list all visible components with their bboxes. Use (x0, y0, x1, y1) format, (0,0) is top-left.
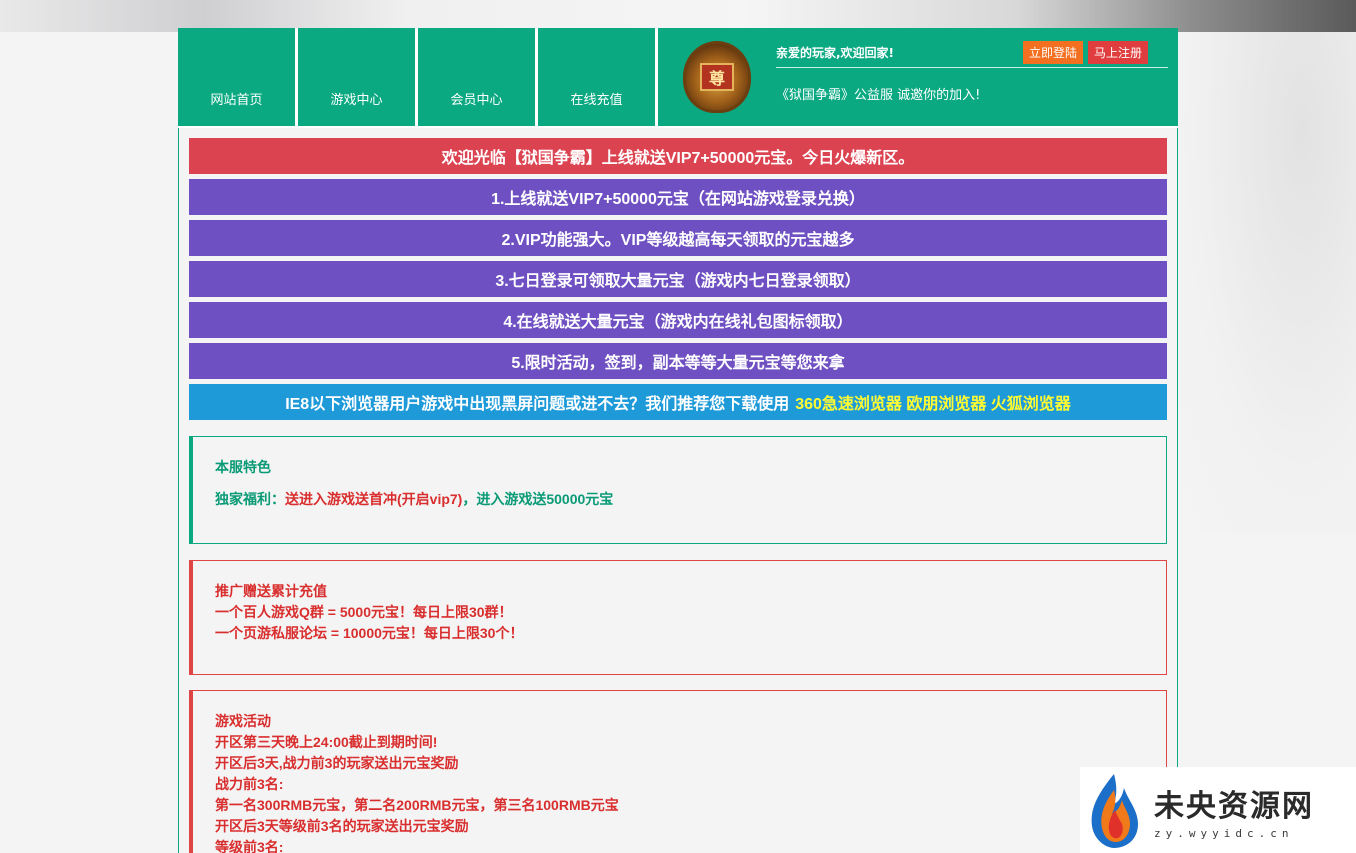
nav-item-recharge[interactable]: 在线充值 (538, 28, 658, 126)
register-button[interactable]: 马上注册 (1087, 41, 1148, 64)
nav-item-label: 会员中心 (450, 93, 503, 108)
watermark: 未央资源网 zy.wyyidc.cn (1080, 767, 1356, 853)
nav-item-member[interactable]: 会员中心 (418, 28, 538, 126)
browser-banner: IE8以下浏览器用户游戏中出现黑屏问题或进不去？我们推荐您下载使用 360急速浏… (189, 384, 1167, 420)
logo-emblem: 尊 (683, 41, 751, 113)
events-line: 开区后3天,战力前3的玩家送出元宝奖励 (215, 755, 459, 771)
nav-item-label: 在线充值 (570, 93, 623, 108)
features-line: 独家福利：送进入游戏送首冲(开启vip7)，进入游戏送50000元宝 (215, 489, 1144, 509)
features-suffix: ，进入游戏送50000元宝 (462, 491, 614, 507)
nav-item-games[interactable]: 游戏中心 (298, 28, 418, 126)
features-title: 本服特色 (215, 459, 271, 475)
feature-banner-5: 5.限时活动，签到，副本等等大量元宝等您来拿 (189, 343, 1167, 379)
events-box: 游戏活动 开区第三天晚上24:00截止到期时间! 开区后3天,战力前3的玩家送出… (189, 690, 1167, 853)
browser-banner-text: IE8以下浏览器用户游戏中出现黑屏问题或进不去？我们推荐您下载使用 (285, 396, 790, 413)
events-line: 等级前3名: (215, 839, 284, 853)
welcome-panel: 亲爱的玩家,欢迎回家! 立即登陆 马上注册 《狱国争霸》公益服 诚邀你的加入! (776, 28, 1178, 126)
watermark-text: 未央资源网 zy.wyyidc.cn (1154, 781, 1314, 840)
events-title: 游戏活动 (215, 713, 271, 729)
features-highlight: 送进入游戏送首冲(开启vip7) (285, 491, 463, 507)
feature-banner-2: 2.VIP功能强大。VIP等级越高每天领取的元宝越多 (189, 220, 1167, 256)
events-line: 开区后3天等级前3名的玩家送出元宝奖励 (215, 818, 469, 834)
auth-buttons: 立即登陆 马上注册 (1022, 41, 1148, 64)
flame-logo-icon (1091, 774, 1138, 848)
emblem-glyph: 尊 (700, 63, 734, 91)
top-nav: 网站首页 游戏中心 会员中心 在线充值 尊 亲爱的玩家,欢迎回家! 立即登陆 马… (178, 28, 1178, 128)
page-container: 网站首页 游戏中心 会员中心 在线充值 尊 亲爱的玩家,欢迎回家! 立即登陆 马… (178, 28, 1178, 853)
promo-box: 推广赠送累计充值 一个百人游戏Q群 = 5000元宝！每日上限30群！ 一个页游… (189, 560, 1167, 675)
promo-line: 一个百人游戏Q群 = 5000元宝！每日上限30群！ (215, 604, 513, 620)
feature-banner-3: 3.七日登录可领取大量元宝（游戏内七日登录领取） (189, 261, 1167, 297)
nav-item-label: 网站首页 (210, 93, 263, 108)
feature-banner-4: 4.在线就送大量元宝（游戏内在线礼包图标领取） (189, 302, 1167, 338)
features-box: 本服特色 独家福利：送进入游戏送首冲(开启vip7)，进入游戏送50000元宝 (189, 436, 1167, 544)
nav-item-label: 游戏中心 (330, 93, 383, 108)
feature-banner-1: 1.上线就送VIP7+50000元宝（在网站游戏登录兑换） (189, 179, 1167, 215)
welcome-banner: 欢迎光临【狱国争霸】上线就送VIP7+50000元宝。今日火爆新区。 (189, 138, 1167, 174)
features-prefix: 独家福利： (215, 491, 285, 507)
promo-line: 一个页游私服论坛 = 10000元宝！每日上限30个！ (215, 625, 524, 641)
welcome-text: 亲爱的玩家,欢迎回家! (776, 46, 895, 60)
welcome-header: 亲爱的玩家,欢迎回家! 立即登陆 马上注册 (776, 38, 1168, 68)
main-content: 欢迎光临【狱国争霸】上线就送VIP7+50000元宝。今日火爆新区。 1.上线就… (178, 128, 1178, 853)
watermark-url: zy.wyyidc.cn (1154, 826, 1294, 840)
promo-title: 推广赠送累计充值 (215, 583, 327, 599)
events-line: 第一名300RMB元宝，第二名200RMB元宝，第三名100RMB元宝 (215, 797, 619, 813)
emblem-container: 尊 (658, 28, 776, 126)
side-background (1176, 32, 1356, 532)
server-slogan: 《狱国争霸》公益服 诚邀你的加入! (776, 88, 981, 103)
watermark-title: 未央资源网 (1154, 788, 1314, 824)
browser-links[interactable]: 360急速浏览器 欧朋浏览器 火狐浏览器 (795, 390, 1071, 414)
events-line: 开区第三天晚上24:00截止到期时间! (215, 734, 438, 750)
events-line: 战力前3名: (215, 776, 284, 792)
nav-item-home[interactable]: 网站首页 (178, 28, 298, 126)
login-button[interactable]: 立即登陆 (1022, 41, 1083, 64)
